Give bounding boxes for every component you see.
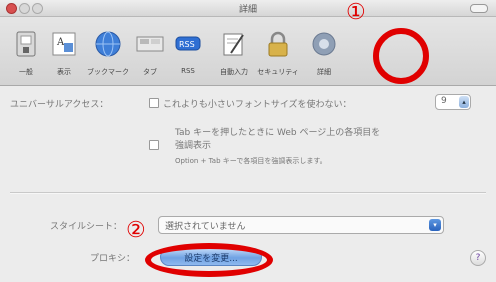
pencil-form-icon: [217, 27, 251, 61]
marker-2: ②: [126, 218, 146, 243]
switch-icon: [9, 27, 43, 61]
tab-advanced-label: 詳細: [317, 68, 331, 76]
min-font-checkbox-label: これよりも小さいフォントサイズを使わない：: [163, 100, 352, 110]
tab-security-label: セキュリティ: [257, 68, 299, 76]
lock-icon: [261, 27, 295, 61]
rss-icon: RSS: [171, 27, 205, 61]
proxy-label: プロキシ：: [90, 254, 136, 264]
toolbar-toggle-button[interactable]: [470, 4, 488, 13]
tab-highlight-label-line2: 強調表示: [175, 141, 212, 151]
help-button[interactable]: ?: [470, 250, 486, 266]
chevron-updown-icon: ▾: [429, 219, 441, 231]
tab-appearance-label: 表示: [57, 68, 71, 76]
change-proxy-settings-button[interactable]: 設定を変更...: [160, 248, 262, 266]
min-font-size-select[interactable]: 9 ▴: [435, 94, 471, 110]
tab-bookmarks-label: ブックマーク: [87, 68, 129, 76]
tab-highlight-checkbox[interactable]: [149, 140, 159, 150]
tab-highlight-hint: Option + Tab キーで各項目を強調表示します。: [175, 157, 327, 165]
preferences-window: 詳細 一般 A 表示 ブックマーク タブ RSS RSS 自動入力 セキュリティ…: [0, 0, 496, 282]
tab-rss-label: RSS: [181, 67, 195, 75]
accessibility-label: ユニバーサルアクセス：: [10, 100, 109, 110]
min-font-size-value: 9: [441, 96, 447, 106]
svg-text:A: A: [56, 37, 65, 48]
tab-bookmarks[interactable]: ブックマーク: [86, 21, 130, 77]
globe-icon: [91, 27, 125, 61]
tab-autofill[interactable]: 自動入力: [212, 21, 256, 77]
tab-security[interactable]: セキュリティ: [256, 21, 300, 77]
preferences-toolbar: 一般 A 表示 ブックマーク タブ RSS RSS 自動入力 セキュリティ 詳細: [0, 17, 496, 86]
tab-appearance[interactable]: A 表示: [42, 21, 86, 77]
min-font-checkbox[interactable]: [149, 98, 159, 108]
tabs-icon: [133, 27, 167, 61]
change-proxy-settings-label: 設定を変更...: [184, 254, 238, 264]
tab-highlight-label-line1: Tab キーを押したときに Web ページ上の各項目を: [175, 128, 381, 138]
stylesheet-label: スタイルシート：: [50, 222, 123, 232]
marker-1: ①: [346, 0, 366, 25]
gear-icon: [307, 27, 341, 61]
advanced-pane: ユニバーサルアクセス： これよりも小さいフォントサイズを使わない： 9 ▴ Ta…: [0, 86, 496, 282]
tab-advanced[interactable]: 詳細: [302, 21, 346, 77]
appearance-icon: A: [47, 27, 81, 61]
window-title: 詳細: [238, 5, 257, 15]
title-bar: 詳細: [0, 0, 496, 17]
tab-autofill-label: 自動入力: [220, 68, 248, 76]
divider: [10, 192, 486, 194]
stylesheet-value: 選択されていません: [165, 222, 246, 232]
stylesheet-select[interactable]: 選択されていません ▾: [158, 216, 444, 234]
chevron-updown-icon: ▴: [459, 96, 469, 108]
svg-text:RSS: RSS: [179, 40, 195, 49]
tab-rss[interactable]: RSS RSS: [166, 21, 210, 75]
